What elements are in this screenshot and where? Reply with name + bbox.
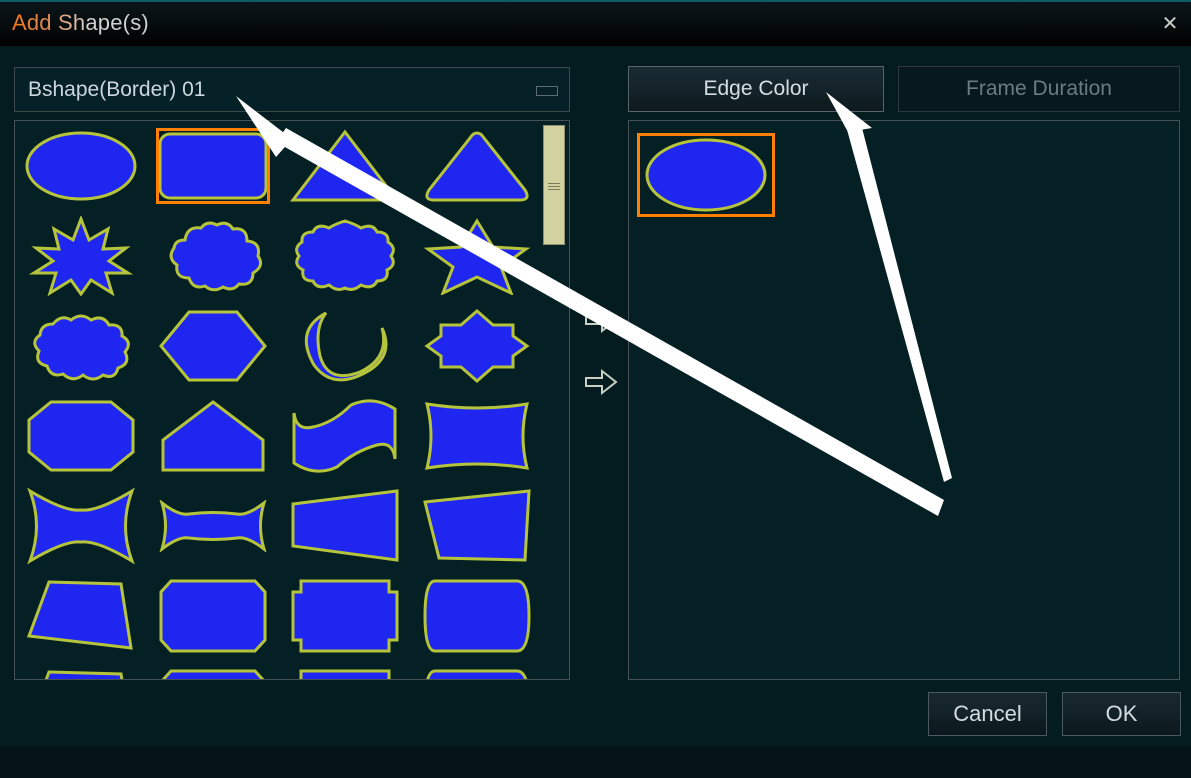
ok-button[interactable]: OK bbox=[1062, 692, 1181, 736]
dialog-title: Add Shape(s) bbox=[12, 10, 149, 35]
shape-cell-nine-point-wavy-star[interactable] bbox=[279, 211, 411, 301]
frame-duration-button[interactable]: Frame Duration bbox=[898, 66, 1180, 112]
selected-shapes-panel: If you select "Bshape(Border)" type and … bbox=[628, 120, 1180, 680]
shape-cell-ten-point-star[interactable] bbox=[15, 211, 147, 301]
shape-type-selector[interactable]: Bshape(Border) 01 bbox=[14, 67, 570, 112]
shape-cell-rounded-rectangle[interactable] bbox=[147, 121, 279, 211]
shape-cell-pillow[interactable] bbox=[411, 391, 543, 481]
scrollbar-grip-icon bbox=[548, 181, 560, 190]
transfer-arrow-icon-1[interactable] bbox=[584, 305, 618, 335]
shape-grid-scrollbar[interactable] bbox=[543, 125, 565, 673]
shape-cell-notched-rectangle[interactable] bbox=[279, 571, 411, 661]
shape-cell-pentagon-house[interactable] bbox=[147, 391, 279, 481]
shape-cell-rounded-side-rectangle[interactable] bbox=[411, 571, 543, 661]
shape-cell-eight-point-star[interactable] bbox=[411, 301, 543, 391]
shape-cell-partial-row-1[interactable] bbox=[15, 661, 147, 679]
shape-grid-panel bbox=[14, 120, 570, 680]
shape-cell-five-point-star[interactable] bbox=[411, 211, 543, 301]
shape-cell-bowtie[interactable] bbox=[15, 481, 147, 571]
shape-cell-partial-row-3[interactable] bbox=[279, 661, 411, 679]
shape-cell-partial-row-2[interactable] bbox=[147, 661, 279, 679]
cancel-button[interactable]: Cancel bbox=[928, 692, 1047, 736]
shape-cell-concave-rectangle[interactable] bbox=[147, 481, 279, 571]
shape-cell-ellipse[interactable] bbox=[15, 121, 147, 211]
close-icon[interactable]: ✕ bbox=[1155, 10, 1185, 38]
shape-cell-octagon[interactable] bbox=[15, 391, 147, 481]
shape-cell-flower-cloud[interactable] bbox=[15, 301, 147, 391]
shape-cell-cloud[interactable] bbox=[147, 211, 279, 301]
title-bar: Add Shape(s) ✕ bbox=[0, 0, 1191, 46]
add-shapes-dialog: Add Shape(s) ✕ Bshape(Border) 01 Edge Co… bbox=[0, 0, 1191, 746]
shape-cell-trapezoid-left[interactable] bbox=[15, 571, 147, 661]
shape-cell-triangle[interactable] bbox=[279, 121, 411, 211]
dropdown-indicator-icon[interactable] bbox=[536, 86, 558, 96]
shape-grid bbox=[15, 121, 543, 679]
shape-cell-partial-row-4[interactable] bbox=[411, 661, 543, 679]
edge-color-button[interactable]: Edge Color bbox=[628, 66, 884, 112]
shape-cell-quadrilateral[interactable] bbox=[411, 481, 543, 571]
shape-cell-trapezoid-right[interactable] bbox=[279, 481, 411, 571]
shape-type-value: Bshape(Border) 01 bbox=[28, 78, 206, 101]
shape-cell-hexagon[interactable] bbox=[147, 301, 279, 391]
scrollbar-thumb[interactable] bbox=[543, 125, 565, 245]
shape-cell-cut-corner-rectangle[interactable] bbox=[147, 571, 279, 661]
transfer-arrow-icon-2[interactable] bbox=[584, 367, 618, 397]
shape-cell-crescent-moon[interactable] bbox=[279, 301, 411, 391]
shape-cell-wave[interactable] bbox=[279, 391, 411, 481]
shape-cell-rounded-triangle[interactable] bbox=[411, 121, 543, 211]
preview-shape-ellipse[interactable] bbox=[635, 127, 777, 223]
